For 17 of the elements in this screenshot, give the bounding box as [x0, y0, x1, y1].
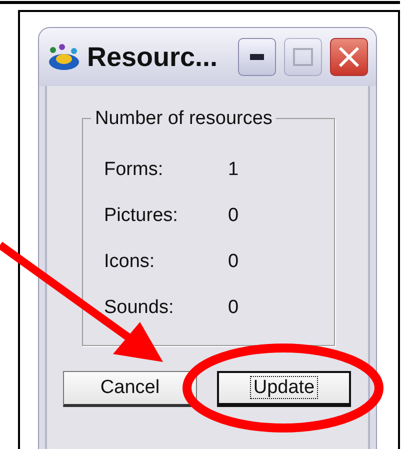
close-button[interactable]	[330, 38, 368, 76]
resource-count: 0	[228, 250, 239, 274]
app-icon	[47, 42, 81, 72]
dialog-button[interactable]: Cancel	[63, 371, 197, 407]
resource-label: Sounds:	[104, 296, 175, 320]
resource-count: 0	[228, 296, 239, 320]
resource-label: Forms:	[104, 158, 164, 182]
dialog-button[interactable]: Update	[217, 371, 351, 407]
resource-count: 0	[228, 204, 239, 228]
resource-label: Pictures:	[104, 204, 179, 228]
close-icon	[337, 45, 361, 69]
maximize-icon	[293, 48, 313, 66]
minimize-icon	[250, 54, 264, 60]
window-title: Resourc...	[87, 40, 218, 74]
minimize-button[interactable]	[238, 38, 276, 76]
resource-label: Icons:	[104, 250, 156, 274]
resource-count: 1	[228, 158, 239, 182]
